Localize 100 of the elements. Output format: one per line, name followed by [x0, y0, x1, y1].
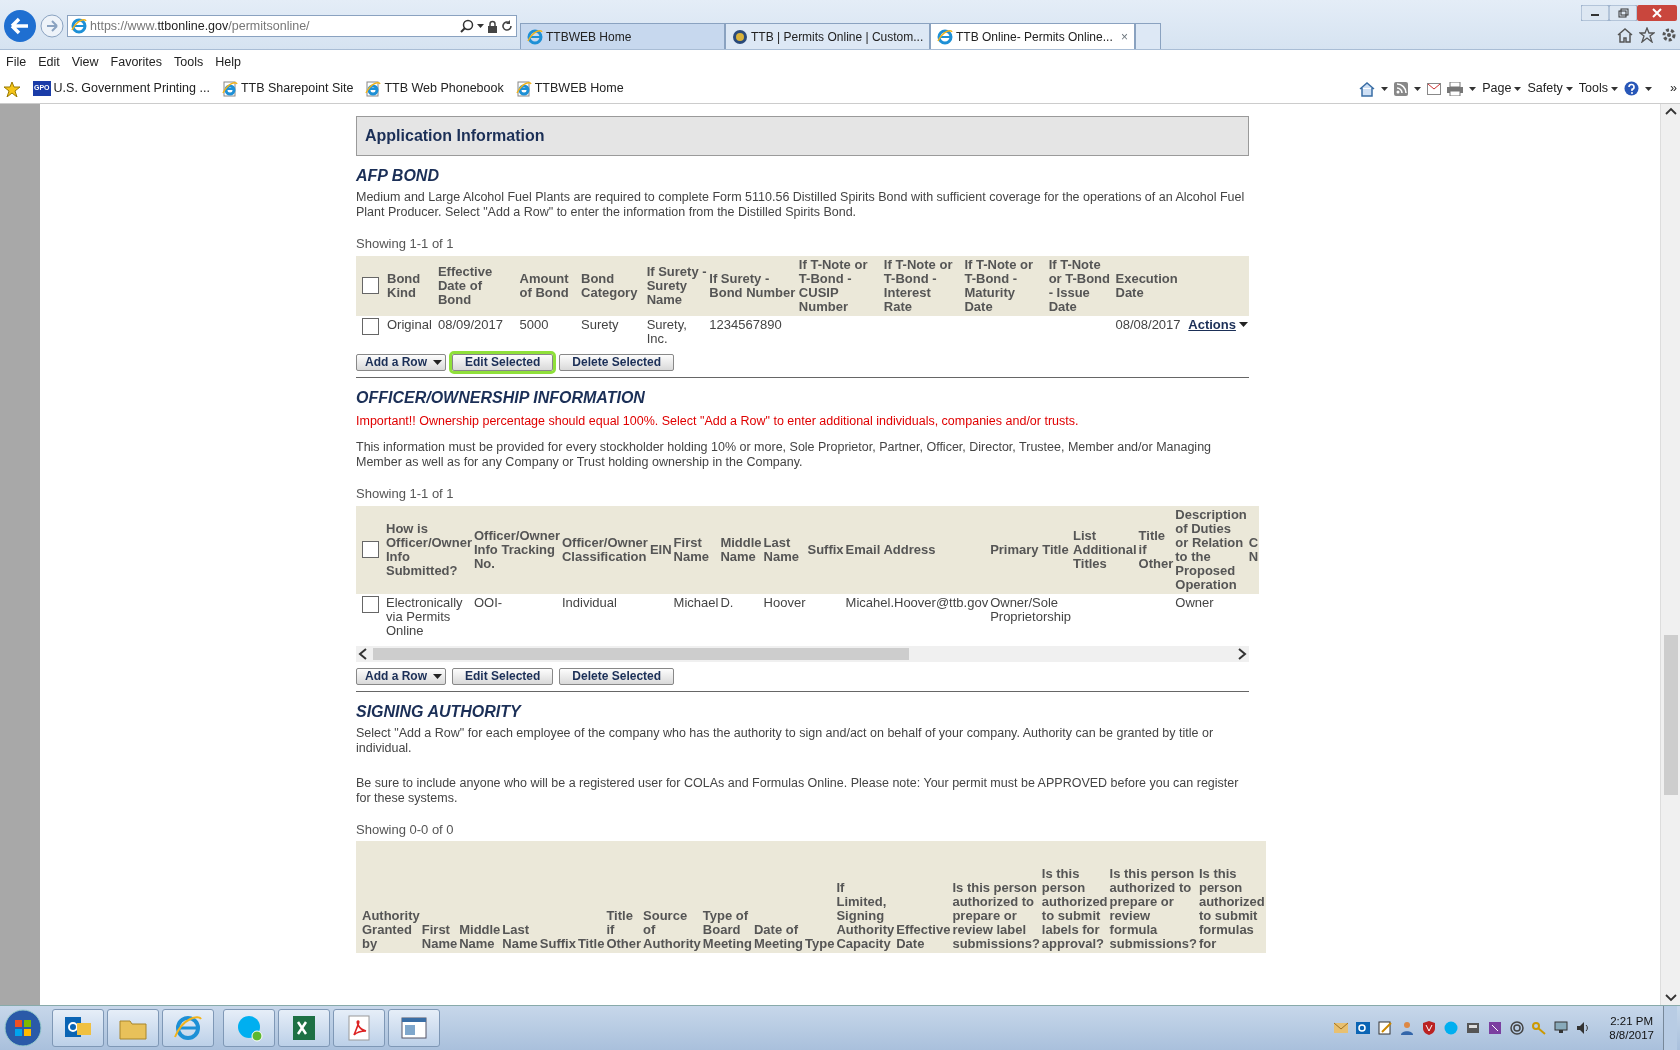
refresh-icon[interactable] — [501, 20, 513, 32]
browser-icon — [527, 28, 543, 45]
column-header: Title if Other — [605, 841, 643, 954]
browser-tab[interactable]: TTB | Permits Online | Custom... — [725, 23, 930, 49]
action-button[interactable]: Edit Selected — [452, 353, 554, 371]
menu-item[interactable]: Favorites — [110, 52, 162, 72]
column-header: Bond Category — [580, 255, 646, 316]
table-cell: OOI- — [472, 593, 561, 640]
section-title: SIGNING AUTHORITY — [356, 701, 523, 722]
column-header: If T-Note or T-Bond - Maturity Date — [963, 255, 1048, 316]
caret-icon[interactable] — [477, 24, 484, 28]
taskbar-button[interactable] — [333, 1009, 385, 1047]
menu-item[interactable]: Help — [215, 52, 241, 72]
menu-item[interactable]: View — [71, 52, 99, 72]
add-row-button[interactable]: Add a Row — [356, 353, 446, 371]
column-header: Is this person authorized to prepare or review formula submissions? — [1108, 841, 1198, 954]
results-count: Showing 1-1 of 1 — [356, 235, 455, 253]
description-text: Select "Add a Row" for each employee of the company who has the authority to sign and/act on behalf of your company. Authority can be granted by title or individual. — [356, 725, 1215, 756]
mail-icon[interactable] — [1427, 82, 1442, 95]
star-icon[interactable] — [1639, 27, 1655, 43]
shield-icon[interactable] — [1421, 1020, 1438, 1036]
select-all-checkbox[interactable] — [362, 541, 379, 559]
star-icon[interactable] — [3, 80, 21, 97]
feed-icon[interactable] — [1394, 81, 1409, 96]
column-header: Title — [576, 841, 606, 954]
actions-link[interactable]: Actions — [1188, 317, 1248, 332]
caret-icon[interactable] — [1469, 86, 1477, 91]
address-bar[interactable]: https://www.ttbonline.gov/permitsonline/ — [67, 15, 517, 37]
spiral-icon[interactable] — [1509, 1020, 1526, 1036]
notepad-icon[interactable] — [1377, 1020, 1394, 1036]
start-icon[interactable] — [3, 1008, 43, 1048]
table-cell: Original — [386, 315, 437, 348]
browser-icon — [71, 18, 87, 34]
help-icon[interactable] — [1624, 81, 1640, 96]
warning-text: Important!! Ownership percentage should equal 100%. Select "Add a Row" to enter additional individuals, companies and/or trusts. — [356, 412, 1080, 430]
taskbar-button[interactable] — [52, 1009, 104, 1047]
menu-item[interactable]: Edit — [38, 52, 60, 72]
home-icon[interactable] — [1359, 80, 1376, 97]
description-text: Be sure to include anyone who will be a registered user for COLAs and Formulas Online. Please note: Your permit must be APPROVED before you can register for these systems. — [356, 775, 1240, 806]
close-tab-button[interactable]: × — [1121, 27, 1128, 46]
more-button[interactable]: » — [1670, 79, 1677, 98]
clock[interactable]: 2:21 PM 8/8/2017 — [1609, 1014, 1654, 1042]
favorites-link[interactable]: TTBWEB Home — [515, 79, 624, 98]
command-menu[interactable]: Tools — [1578, 79, 1619, 98]
table-cell: Individual — [560, 593, 649, 640]
search-icon[interactable] — [460, 19, 474, 33]
column-header: Suffix — [806, 505, 845, 594]
minimize-icon[interactable] — [1581, 5, 1609, 21]
drive-icon[interactable] — [1465, 1020, 1482, 1036]
scrollbar-thumb[interactable] — [1663, 635, 1678, 795]
column-header: Amount of Bond — [518, 255, 580, 316]
caret-icon — [433, 673, 442, 679]
taskbar-button[interactable] — [278, 1009, 330, 1047]
column-header: Is this person authorized to submit formulas for — [1197, 841, 1266, 954]
browser-icon — [937, 28, 953, 45]
caret-icon[interactable] — [1645, 86, 1653, 91]
add-row-button[interactable]: Add a Row — [356, 667, 446, 685]
chevron-down-icon[interactable] — [1664, 994, 1677, 1002]
vertical-scrollbar[interactable] — [1660, 104, 1680, 1005]
mail-app-icon[interactable] — [1355, 1020, 1372, 1036]
row-checkbox[interactable] — [362, 317, 379, 335]
settings-icon[interactable] — [1661, 27, 1677, 43]
action-button[interactable]: Delete Selected — [559, 667, 675, 685]
column-header: Title if Other — [1137, 505, 1175, 594]
command-menu[interactable]: Page — [1482, 79, 1522, 98]
favorites-link[interactable]: TTB Sharepoint Site — [221, 79, 354, 98]
column-header: Officer/Owner Info Tracking No. — [472, 505, 561, 594]
column-header: Effective Date — [895, 841, 952, 954]
page-icon — [365, 80, 382, 97]
browser-tab[interactable]: TTB Online- Permits Online... × — [930, 23, 1135, 49]
column-header: Date of Meeting — [752, 841, 805, 954]
back-icon[interactable] — [3, 9, 37, 43]
horizontal-scrollbar[interactable] — [356, 645, 1249, 662]
row-checkbox[interactable] — [362, 595, 379, 613]
menu-item[interactable]: Tools — [174, 52, 204, 72]
action-button[interactable]: Delete Selected — [559, 353, 675, 371]
caret-icon[interactable] — [1381, 86, 1389, 91]
person-icon[interactable] — [1399, 1020, 1416, 1036]
close-icon[interactable] — [1637, 5, 1677, 21]
browser-icon — [173, 1013, 203, 1043]
select-all-checkbox[interactable] — [362, 277, 379, 294]
taskbar-button[interactable] — [388, 1009, 440, 1047]
table-cell: 1234567890 — [708, 315, 798, 348]
page-icon — [221, 80, 238, 97]
chevron-up-icon[interactable] — [1664, 107, 1677, 115]
table-cell: D. — [719, 593, 763, 640]
browser-tab[interactable]: TTBWEB Home — [520, 23, 725, 49]
section-title: AFP BOND — [356, 166, 440, 186]
menu-item[interactable]: File — [6, 52, 27, 72]
favorites-link[interactable]: TTB Web Phonebook — [365, 79, 504, 98]
column-header: Type of Board Meeting — [701, 841, 753, 954]
column-header: How is Officer/Owner Info Submitted? — [385, 505, 473, 594]
command-menu[interactable]: Safety — [1527, 79, 1573, 98]
section-header: Application Information — [356, 116, 1249, 156]
action-button[interactable]: Edit Selected — [452, 667, 554, 685]
home-icon[interactable] — [1617, 27, 1633, 43]
caret-icon[interactable] — [1414, 86, 1422, 91]
taskbar-button[interactable] — [162, 1009, 214, 1047]
restore-icon[interactable] — [1609, 5, 1637, 21]
print-icon[interactable] — [1447, 81, 1464, 96]
